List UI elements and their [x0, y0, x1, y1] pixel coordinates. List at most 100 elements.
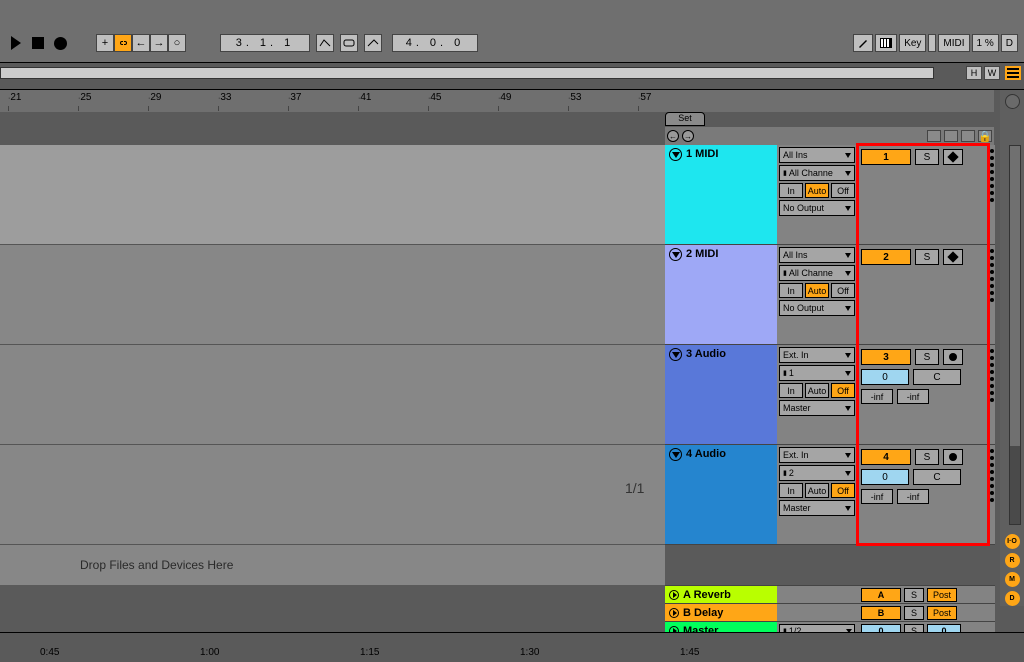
return-activator[interactable]: B [861, 606, 901, 620]
keyboard-icon[interactable] [875, 34, 897, 52]
link-button[interactable] [114, 34, 132, 52]
record-button[interactable] [52, 35, 68, 51]
return-name[interactable]: A Reverb [665, 586, 777, 603]
key-map-button[interactable]: Key [899, 34, 926, 52]
monitor-in[interactable]: In [779, 383, 803, 398]
track-color-area[interactable] [665, 263, 777, 344]
track-color-area[interactable] [665, 363, 777, 444]
track-activator[interactable]: 3 [861, 349, 911, 365]
position-display[interactable]: 3. 1. 1 [220, 34, 310, 52]
post-button[interactable]: Post [927, 588, 957, 602]
output-select[interactable]: Master [779, 500, 855, 516]
solo-button[interactable]: S [904, 588, 924, 602]
fwd-button[interactable]: → [682, 130, 694, 142]
midi-map-button[interactable]: MIDI [938, 34, 969, 52]
h-button[interactable]: H [966, 66, 982, 80]
monitor-in[interactable]: In [779, 483, 803, 498]
track-name[interactable]: 2 MIDI [686, 248, 718, 260]
arrangement-lane[interactable] [0, 345, 665, 445]
plus-button[interactable]: + [96, 34, 114, 52]
fold-icon[interactable] [669, 590, 679, 600]
output-select[interactable]: Master [779, 400, 855, 416]
beat-ruler[interactable]: ·21·25·29·33·37·41·45·49·53·57 [0, 90, 994, 112]
arm-button[interactable] [943, 149, 963, 165]
solo-button[interactable]: S [915, 149, 939, 165]
fold-toggle[interactable] [669, 448, 682, 461]
input-type-select[interactable]: All Ins [779, 147, 855, 163]
arm-button[interactable] [943, 249, 963, 265]
monitor-auto[interactable]: Auto [805, 483, 829, 498]
draw-mode-button[interactable] [853, 34, 873, 52]
track-color-area[interactable] [665, 163, 777, 244]
solo-button[interactable]: S [915, 349, 939, 365]
monitor-off[interactable]: Off [831, 483, 855, 498]
loop-circle-button[interactable]: ○ [168, 34, 186, 52]
mode-button-1[interactable] [927, 130, 941, 142]
io-section-toggle[interactable]: I·O [1005, 534, 1020, 549]
vertical-scrollbar[interactable] [1009, 145, 1021, 525]
return-name[interactable]: B Delay [665, 604, 777, 621]
pan-knob[interactable]: C [913, 369, 961, 385]
punch-toggle[interactable] [364, 34, 382, 52]
fold-icon[interactable] [669, 608, 679, 618]
track-name[interactable]: 4 Audio [686, 448, 726, 460]
fold-toggle[interactable] [669, 248, 682, 261]
monitor-off[interactable]: Off [831, 283, 855, 298]
drop-zone[interactable]: Drop Files and Devices Here [0, 545, 665, 585]
arrow-left-button[interactable]: ← [132, 34, 150, 52]
vol-display[interactable]: -inf [861, 389, 893, 404]
fold-toggle[interactable] [669, 348, 682, 361]
time-ruler[interactable]: 0:451:001:151:301:45 [0, 632, 1024, 662]
pan-knob[interactable]: C [913, 469, 961, 485]
groove-pool-icon[interactable] [1005, 94, 1020, 109]
return-activator[interactable]: A [861, 588, 901, 602]
arm-button[interactable] [943, 449, 963, 465]
track-name[interactable]: 3 Audio [686, 348, 726, 360]
overview-strip[interactable]: H W [0, 62, 1024, 90]
monitor-auto[interactable]: Auto [805, 183, 829, 198]
monitor-auto[interactable]: Auto [805, 383, 829, 398]
r-section-toggle[interactable]: R [1005, 553, 1020, 568]
track-activator[interactable]: 4 [861, 449, 911, 465]
track-name[interactable]: 1 MIDI [686, 148, 718, 160]
track-activator[interactable]: 2 [861, 249, 911, 265]
monitor-in[interactable]: In [779, 283, 803, 298]
stop-button[interactable] [30, 35, 46, 51]
fold-toggle[interactable] [669, 148, 682, 161]
arrangement-lane[interactable] [0, 245, 665, 345]
monitor-off[interactable]: Off [831, 183, 855, 198]
monitor-off[interactable]: Off [831, 383, 855, 398]
loop-length-display[interactable]: 4. 0. 0 [392, 34, 478, 52]
w-button[interactable]: W [984, 66, 1000, 80]
mode-button-3[interactable] [961, 130, 975, 142]
post-button[interactable]: Post [927, 606, 957, 620]
arrangement-lane[interactable] [0, 145, 665, 245]
input-channel-select[interactable]: ▮2 [779, 465, 855, 481]
track-activator[interactable]: 1 [861, 149, 911, 165]
input-channel-select[interactable]: ▮1 [779, 365, 855, 381]
input-type-select[interactable]: Ext. In [779, 347, 855, 363]
vol-display[interactable]: -inf [861, 489, 893, 504]
output-select[interactable]: No Output [779, 200, 855, 216]
send-knob[interactable]: 0 [861, 469, 909, 485]
arm-button[interactable] [943, 349, 963, 365]
menu-icon[interactable] [1005, 66, 1021, 80]
input-channel-select[interactable]: ▮All Channe [779, 165, 855, 181]
m-section-toggle[interactable]: M [1005, 572, 1020, 587]
solo-button[interactable]: S [915, 449, 939, 465]
input-type-select[interactable]: Ext. In [779, 447, 855, 463]
arrow-right-button[interactable]: → [150, 34, 168, 52]
d-button[interactable]: D [1001, 34, 1018, 52]
track-color-area[interactable] [665, 463, 777, 544]
solo-button[interactable]: S [904, 606, 924, 620]
solo-button[interactable]: S [915, 249, 939, 265]
input-channel-select[interactable]: ▮All Channe [779, 265, 855, 281]
loop-toggle[interactable] [340, 34, 358, 52]
lock-button[interactable]: 🔒 [978, 130, 992, 142]
mode-button-2[interactable] [944, 130, 958, 142]
output-select[interactable]: No Output [779, 300, 855, 316]
back-button[interactable]: ← [667, 130, 679, 142]
monitor-in[interactable]: In [779, 183, 803, 198]
d-section-toggle[interactable]: D [1005, 591, 1020, 606]
arrangement-lane[interactable] [0, 445, 665, 545]
